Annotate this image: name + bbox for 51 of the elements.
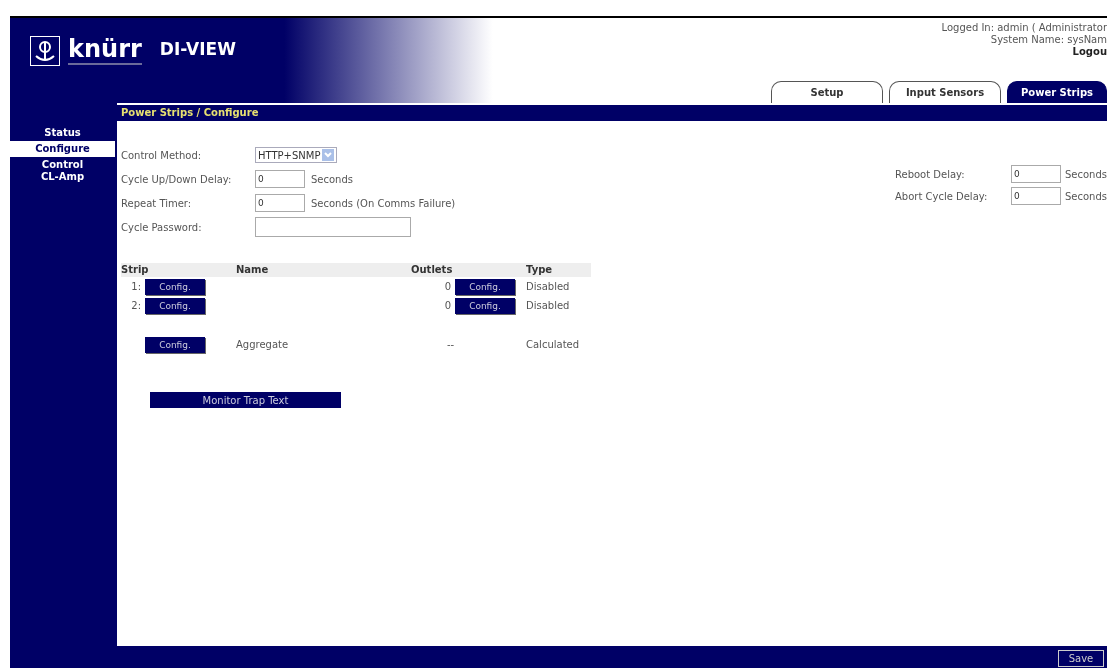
dropdown-icon: [322, 149, 335, 161]
field-label: Control Method:: [121, 149, 203, 161]
unit-label: Seconds: [1065, 168, 1107, 180]
column-header: Outlets: [411, 263, 454, 277]
input-field[interactable]: 0: [1011, 187, 1061, 205]
strip-index: 1:: [130, 281, 141, 292]
strip-type: Disabled: [526, 281, 570, 292]
outlet-count: 0: [443, 281, 451, 292]
outlet-count: 0: [443, 300, 451, 311]
field-label: Repeat Timer:: [121, 197, 193, 209]
unit-label: Seconds (On Comms Failure): [311, 197, 456, 209]
field-label: Cycle Up/Down Delay:: [121, 173, 233, 185]
field-label: Reboot Delay:: [895, 168, 966, 180]
config-button[interactable]: Config.: [455, 278, 515, 295]
product-name: DI-VIEW: [159, 39, 236, 59]
input-field[interactable]: 0: [255, 170, 305, 188]
unit-label: Seconds: [311, 173, 353, 185]
panel-title: Power Strips / Configure: [117, 105, 1107, 121]
config-button[interactable]: Config.: [145, 336, 205, 353]
sidebar-item[interactable]: Status: [10, 127, 115, 139]
brand-name: knürr: [68, 37, 142, 61]
outlet-count: --: [446, 339, 455, 350]
field-label: Cycle Password:: [121, 221, 203, 233]
sidebar-item[interactable]: Control: [10, 159, 115, 171]
strip-index: 2:: [130, 300, 141, 311]
config-button[interactable]: Config.: [145, 278, 205, 295]
column-header: Name: [236, 263, 270, 277]
column-header: Strip: [121, 263, 150, 277]
sidebar-item[interactable]: Configure: [10, 141, 115, 157]
user-info: System Name: sysNam: [990, 34, 1107, 46]
unit-label: Seconds: [1065, 190, 1107, 202]
column-header: Type: [526, 263, 554, 277]
logout-link[interactable]: Logou: [1072, 46, 1107, 58]
control-method-select[interactable]: HTTP+SNMP: [255, 147, 338, 163]
nav-tab[interactable]: Input Sensors: [889, 81, 1001, 103]
config-button[interactable]: Config.: [455, 297, 515, 314]
input-field[interactable]: 0: [1011, 165, 1061, 183]
nav-tab[interactable]: Setup: [771, 81, 883, 103]
strip-type: Disabled: [526, 300, 570, 311]
sidebar-item[interactable]: CL-Amp: [10, 171, 115, 183]
user-info: Logged In: admin ( Administrator: [941, 22, 1107, 34]
nav-tab[interactable]: Power Strips: [1007, 81, 1107, 103]
input-field[interactable]: 0: [255, 194, 305, 212]
strip-name: Aggregate: [236, 339, 289, 350]
field-label: Abort Cycle Delay:: [895, 190, 989, 202]
save-button[interactable]: Save: [1058, 649, 1104, 667]
password-field[interactable]: [255, 217, 411, 237]
monitor-trap-button[interactable]: Monitor Trap Text: [150, 392, 341, 408]
strip-type: Calculated: [526, 339, 580, 350]
config-button[interactable]: Config.: [145, 297, 205, 314]
logo-icon: [30, 36, 60, 66]
